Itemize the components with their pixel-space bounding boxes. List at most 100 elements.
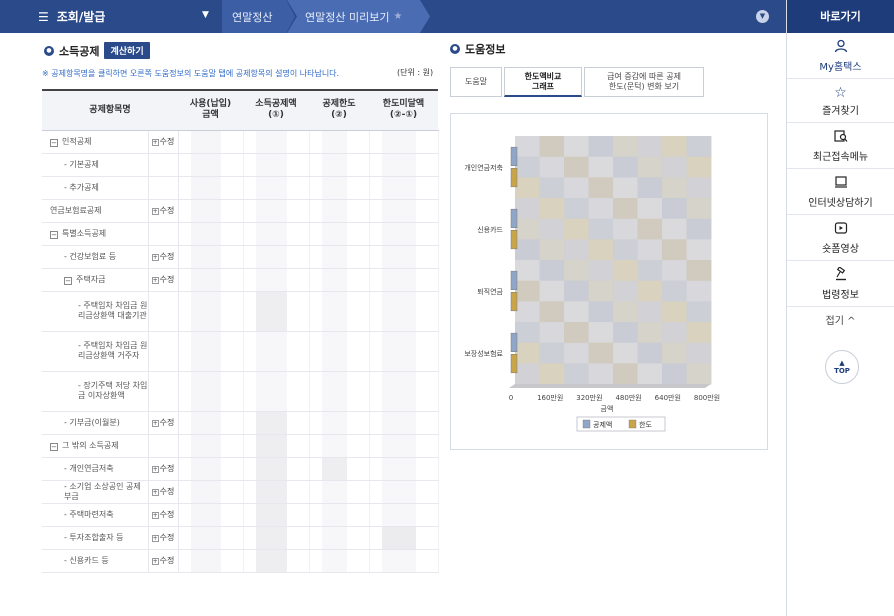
- edit-button[interactable]: + 수정: [151, 418, 174, 427]
- quick-law-info[interactable]: 법령정보: [787, 261, 894, 307]
- value-cell: [369, 268, 439, 292]
- blurred-value: [321, 199, 347, 222]
- tab-threshold-change[interactable]: 급여 증감에 따른 공제 한도(문턱) 변화 보기: [584, 67, 704, 97]
- edit-cell: [148, 331, 179, 372]
- tab-help[interactable]: 도움말: [450, 67, 502, 97]
- deduction-item-name[interactable]: − 특별소득공제: [42, 222, 149, 246]
- edit-button[interactable]: + 수정: [151, 137, 174, 146]
- user-icon: [787, 39, 894, 57]
- collapse-icon[interactable]: −: [50, 442, 58, 451]
- edit-button[interactable]: + 수정: [151, 464, 174, 473]
- value-cell: [369, 503, 439, 527]
- chart-blur-cell: [662, 260, 687, 282]
- quick-short-video[interactable]: 숏폼영상: [787, 215, 894, 261]
- value-cell: [178, 549, 244, 573]
- deduction-item-name[interactable]: - 기본공제: [42, 153, 149, 177]
- value-cell: [178, 526, 244, 550]
- quick-online-consult[interactable]: 인터넷상담하기: [787, 169, 894, 215]
- plus-icon: +: [151, 253, 159, 261]
- chart-blur-cell: [564, 363, 589, 385]
- blurred-value: [321, 268, 347, 291]
- deduction-item-name[interactable]: - 추가공제: [42, 176, 149, 200]
- chart-blur-cell: [662, 156, 687, 178]
- deduction-item-name[interactable]: − 주택자금: [42, 268, 149, 292]
- deduction-item-name[interactable]: - 건강보험료 등: [42, 245, 149, 269]
- main-menu-button[interactable]: ☰ 조회/발급: [38, 8, 105, 25]
- deduction-item-name[interactable]: - 기부금(이월분): [42, 411, 149, 435]
- menu-dropdown-icon[interactable]: ▼: [202, 10, 209, 20]
- edit-button[interactable]: + 수정: [151, 509, 175, 519]
- value-cell: [369, 480, 439, 504]
- value-cell: [243, 222, 310, 246]
- edit-button[interactable]: + 수정: [151, 556, 174, 565]
- bar-limit: [510, 229, 518, 250]
- favorite-star-icon[interactable]: ★: [393, 11, 402, 22]
- breadcrumb-yearend[interactable]: 연말정산: [222, 0, 295, 33]
- deduction-item-name[interactable]: - 소기업 소상공인 공제부금: [42, 480, 149, 504]
- edit-button[interactable]: + 수정: [151, 205, 175, 215]
- bar-limit: [510, 291, 518, 312]
- table-row: - 장기주택 저당 차입금 이자상환액: [42, 371, 439, 412]
- y-tick-label: 개인연금저축: [464, 163, 503, 172]
- deduction-item-label: - 장기주택 저당 차입금 이자상환액: [78, 381, 148, 400]
- bar-deduction: [510, 332, 518, 353]
- chart-blur-cell: [539, 280, 565, 302]
- chart-blur-cell: [539, 322, 565, 344]
- deduction-item-name[interactable]: - 주택임차 차입금 원리금상환액 대출기관: [42, 291, 149, 332]
- edit-label: 수정: [159, 205, 175, 215]
- chart-blur-cell: [564, 177, 589, 199]
- chart-blur-cell: [637, 156, 663, 178]
- chart-blur-cell: [515, 260, 540, 282]
- breadcrumb-yearend-label: 연말정산: [232, 10, 273, 24]
- value-cell: [309, 549, 370, 573]
- chart-blur-cell: [588, 280, 614, 302]
- edit-cell: + 수정: [148, 268, 179, 292]
- quick-favorites[interactable]: ☆ 즐겨찾기: [787, 79, 894, 123]
- chart-blur-cell: [613, 363, 638, 385]
- blurred-value: [321, 480, 347, 503]
- collapse-icon[interactable]: −: [64, 276, 72, 285]
- deduction-item-label: - 개인연금저축: [64, 463, 114, 473]
- deduction-item-name[interactable]: - 장기주택 저당 차입금 이자상환액: [42, 371, 149, 412]
- edit-button[interactable]: + 수정: [151, 252, 174, 261]
- blurred-value: [255, 549, 287, 572]
- deduction-item-label: - 신용카드 등: [64, 555, 109, 565]
- deduction-item-name[interactable]: - 개인연금저축: [42, 457, 149, 481]
- quick-my-hometax[interactable]: My홈택스: [787, 33, 894, 79]
- edit-button[interactable]: + 수정: [151, 275, 174, 284]
- deduction-item-name[interactable]: - 투자조합출자 등: [42, 526, 149, 550]
- deduction-item-label: - 추가공제: [64, 182, 99, 192]
- blurred-value: [321, 434, 347, 457]
- calculate-button[interactable]: 계산하기: [104, 42, 150, 59]
- chart-blur-cell: [662, 301, 687, 323]
- chart-blur-cell: [662, 342, 687, 364]
- collapse-icon[interactable]: −: [50, 138, 58, 147]
- value-cell: [178, 222, 244, 246]
- edit-cell: [148, 153, 179, 177]
- quick-recent-menu[interactable]: 최근접속메뉴: [787, 123, 894, 169]
- deduction-item-name[interactable]: - 주택마련저축: [42, 503, 149, 527]
- edit-cell: [148, 291, 179, 332]
- edit-label: 수정: [159, 509, 175, 519]
- collapse-icon[interactable]: −: [50, 230, 58, 239]
- scroll-top-button[interactable]: ▲ TOP: [825, 350, 859, 384]
- chart-blur-cell: [564, 260, 589, 282]
- unit-label: (단위 : 원): [397, 68, 434, 77]
- edit-button[interactable]: + 수정: [151, 533, 174, 542]
- breadcrumb-preview[interactable]: 연말정산 미리보기 ★: [287, 0, 430, 33]
- fold-button[interactable]: 접기 ^: [787, 307, 894, 332]
- edit-button[interactable]: + 수정: [151, 487, 174, 496]
- tab-limit-graph[interactable]: 한도액비교 그래프: [504, 67, 582, 97]
- deduction-item-name[interactable]: 연금보험료공제: [42, 199, 149, 223]
- deduction-item-name[interactable]: − 인적공제: [42, 130, 149, 154]
- chart-blur-cell: [613, 136, 638, 158]
- deduction-item-name[interactable]: - 신용카드 등: [42, 549, 149, 573]
- blurred-value: [255, 503, 287, 526]
- value-cell: [243, 549, 310, 573]
- value-cell: [309, 480, 370, 504]
- chevron-down-icon[interactable]: ▼: [756, 10, 769, 23]
- value-cell: [178, 331, 244, 372]
- deduction-item-name[interactable]: - 주택임차 차입금 원리금상환액 거주자: [42, 331, 149, 372]
- bar-deduction: [510, 208, 518, 229]
- deduction-item-name[interactable]: − 그 밖의 소득공제: [42, 434, 149, 458]
